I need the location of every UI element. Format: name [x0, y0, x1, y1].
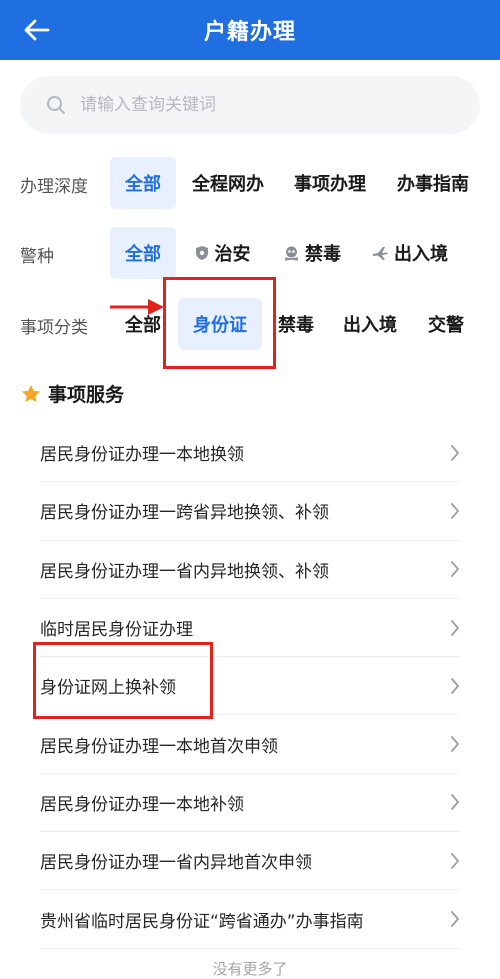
- highlight-box-online-renewal: [33, 642, 213, 719]
- list-item[interactable]: 居民身份证办理一本地换领: [40, 424, 460, 483]
- section-title-text: 事项服务: [48, 384, 125, 406]
- chevron-right-icon: [450, 910, 460, 928]
- annotation-arrow-icon: [110, 299, 164, 315]
- no-more-text: 没有更多了: [212, 960, 288, 978]
- chip-police-anti-drug[interactable]: 禁毒: [280, 227, 344, 279]
- chip-police-immigration[interactable]: 出入境: [370, 227, 450, 279]
- list-item[interactable]: 居民身份证办理一跨省异地换领、补领: [40, 482, 460, 541]
- filter-label-category: 事项分类: [20, 318, 88, 338]
- star-icon: [21, 384, 41, 402]
- chevron-right-icon: [450, 444, 460, 462]
- list-item[interactable]: 贵州省临时居民身份证“跨省通办”办事指南: [40, 890, 460, 949]
- list-item-label: 临时居民身份证办理: [40, 620, 193, 641]
- list-item[interactable]: 居民身份证办理一本地首次申领: [40, 715, 460, 774]
- filter-label-police: 警种: [20, 247, 54, 267]
- chip-category-traffic[interactable]: 交警: [420, 298, 472, 350]
- arrow-left-icon: [24, 19, 50, 41]
- chip-category-anti-drug[interactable]: 禁毒: [270, 298, 322, 350]
- shield-icon: [194, 245, 210, 261]
- chip-label: 出入境: [394, 244, 448, 265]
- search-icon: [47, 96, 65, 114]
- search-input[interactable]: [78, 94, 462, 116]
- search-bar[interactable]: [20, 76, 480, 134]
- chip-police-public-security[interactable]: 治安: [190, 227, 254, 279]
- chevron-right-icon: [450, 735, 460, 753]
- chip-label: 禁毒: [305, 244, 341, 265]
- chevron-right-icon: [450, 502, 460, 520]
- list-item[interactable]: 居民身份证办理一省内异地首次申领: [40, 832, 460, 891]
- skull-icon: [283, 245, 300, 261]
- chip-label: 治安: [214, 244, 251, 265]
- list-item-label: 居民身份证办理一本地换领: [40, 445, 244, 466]
- list-item[interactable]: 居民身份证办理一省内异地换领、补领: [40, 541, 460, 599]
- list-item-label: 居民身份证办理一跨省异地换领、补领: [40, 503, 329, 524]
- list-item-label: 居民身份证办理一本地补领: [40, 794, 244, 815]
- chip-police-all[interactable]: 全部: [110, 227, 176, 279]
- list-item-label: 居民身份证办理一省内异地首次申领: [40, 853, 312, 874]
- chip-depth-handling[interactable]: 事项办理: [292, 157, 368, 209]
- chip-depth-guide[interactable]: 办事指南: [395, 157, 471, 209]
- list-item-label: 贵州省临时居民身份证“跨省通办”办事指南: [40, 911, 364, 932]
- chip-depth-full-online[interactable]: 全程网办: [190, 157, 266, 209]
- highlight-box-id-card: [163, 277, 276, 369]
- filter-label-depth: 办理深度: [20, 177, 88, 197]
- back-button[interactable]: [20, 13, 54, 47]
- chevron-right-icon: [450, 793, 460, 811]
- list-item-label: 居民身份证办理一本地首次申领: [40, 736, 278, 757]
- page-title: 户籍办理: [203, 20, 296, 45]
- chevron-right-icon: [450, 560, 460, 578]
- app-header: 户籍办理: [0, 0, 500, 60]
- list-item-label: 居民身份证办理一省内异地换领、补领: [40, 561, 329, 582]
- chevron-right-icon: [450, 852, 460, 870]
- chevron-right-icon: [450, 677, 460, 695]
- chip-depth-all[interactable]: 全部: [110, 157, 176, 209]
- section-title: 事项服务: [20, 380, 124, 407]
- chip-category-immigration[interactable]: 出入境: [338, 298, 402, 350]
- list-item[interactable]: 居民身份证办理一本地补领: [40, 774, 460, 833]
- chevron-right-icon: [450, 619, 460, 637]
- plane-icon: [372, 245, 389, 261]
